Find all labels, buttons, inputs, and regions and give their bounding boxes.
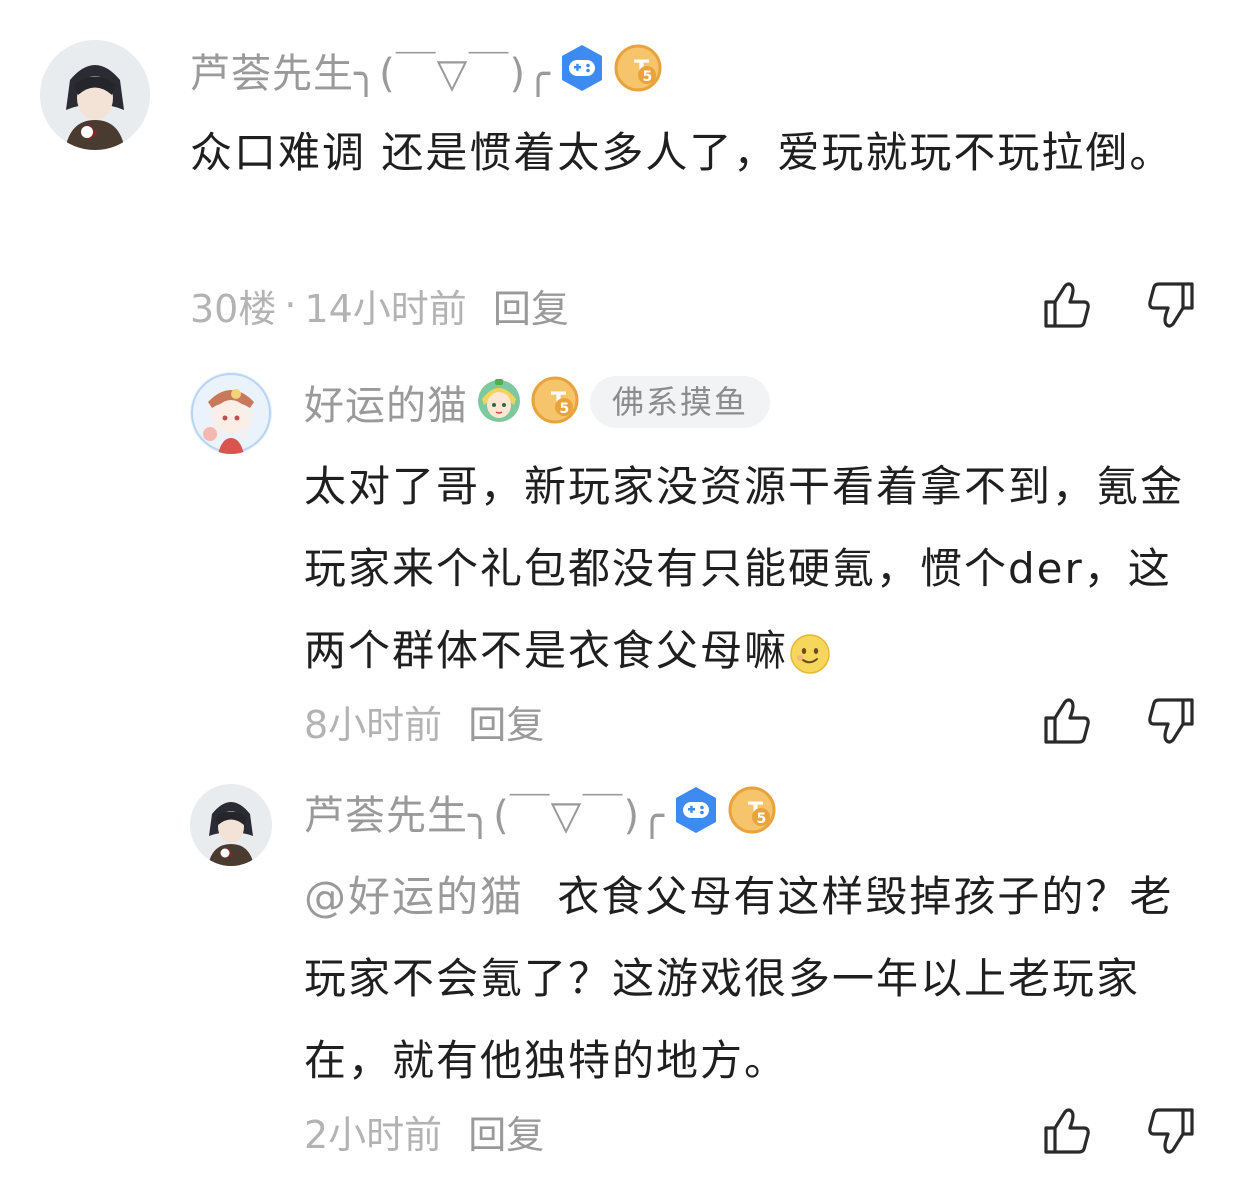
mention-link[interactable]: @好运的猫 <box>304 872 524 921</box>
comment-body: 太对了哥，新玩家没资源干看着拿不到，氪金玩家来个礼包都没有只能硬氪，惯个der，… <box>304 462 1185 675</box>
thumbs-up-icon[interactable] <box>1038 276 1096 334</box>
thumbs-down-icon[interactable] <box>1142 1102 1200 1160</box>
slight-smile-emoji-icon <box>790 633 830 674</box>
t5-level-badge-icon: T 5 <box>613 43 663 97</box>
avatar-image <box>190 372 272 454</box>
reply-item: 好运的猫 T 5 佛系摸鱼 太对了哥，新玩家没资源干看着拿不到，氪金玩家来个礼包 <box>0 340 1260 760</box>
comment-meta: 30楼 · 14小时前 回复 <box>190 278 569 333</box>
reply-button[interactable]: 回复 <box>468 1104 544 1159</box>
comment-text: @好运的猫 衣食父母有这样毁掉孩子的？老玩家不会氪了？这游戏很多一年以上老玩家在… <box>304 856 1204 1102</box>
author-row: 芦荟先生╮(￣▽￣)╭ T 5 <box>190 40 663 100</box>
avatar-image <box>190 784 272 866</box>
avatar[interactable] <box>190 372 272 454</box>
author-name[interactable]: 芦荟先生╮(￣▽￣)╭ <box>304 783 665 841</box>
timestamp: 8小时前 <box>304 702 443 747</box>
comment-text: 众口难调 还是惯着太多人了，爱玩就玩不玩拉倒。 <box>190 128 1174 177</box>
svg-text:5: 5 <box>643 69 653 85</box>
author-row: 好运的猫 T 5 佛系摸鱼 <box>304 370 771 434</box>
timestamp: 14小时前 <box>304 286 467 331</box>
comment-meta: 8小时前 回复 <box>304 694 544 749</box>
reply-button[interactable]: 回复 <box>468 694 544 749</box>
t5-level-badge-icon: T 5 <box>727 785 777 839</box>
reply-item: 芦荟先生╮(￣▽￣)╭ T 5 @好运的猫 衣食父母有这样毁掉孩子的？老玩家不会… <box>0 760 1260 1182</box>
avatar-image <box>40 40 150 150</box>
thumbs-down-icon[interactable] <box>1142 276 1200 334</box>
timestamp: 2小时前 <box>304 1112 443 1157</box>
comment-item: 芦荟先生╮(￣▽￣)╭ T 5 众口难调 还是惯着太多人了，爱玩就玩不玩拉倒。 … <box>0 0 1260 340</box>
author-name[interactable]: 好运的猫 <box>304 373 468 431</box>
thumbs-up-icon[interactable] <box>1038 1102 1096 1160</box>
thumbs-up-icon[interactable] <box>1038 692 1096 750</box>
character-badge-icon <box>474 375 524 429</box>
t5-level-badge-icon: T 5 <box>530 375 580 429</box>
avatar[interactable] <box>40 40 150 150</box>
svg-text:5: 5 <box>757 811 767 827</box>
floor-number: 30楼 <box>190 286 277 331</box>
gamepad-badge-icon <box>671 785 721 839</box>
gamepad-badge-icon <box>557 43 607 97</box>
avatar[interactable] <box>190 784 272 866</box>
comment-meta: 2小时前 回复 <box>304 1104 544 1159</box>
comment-text: 太对了哥，新玩家没资源干看着拿不到，氪金玩家来个礼包都没有只能硬氪，惯个der，… <box>304 446 1204 692</box>
svg-text:5: 5 <box>560 401 570 417</box>
thumbs-down-icon[interactable] <box>1142 692 1200 750</box>
author-row: 芦荟先生╮(￣▽￣)╭ T 5 <box>304 782 777 842</box>
user-tag: 佛系摸鱼 <box>590 376 771 428</box>
meta-separator: · <box>284 283 297 327</box>
reply-button[interactable]: 回复 <box>493 278 569 333</box>
author-name[interactable]: 芦荟先生╮(￣▽￣)╭ <box>190 41 551 99</box>
